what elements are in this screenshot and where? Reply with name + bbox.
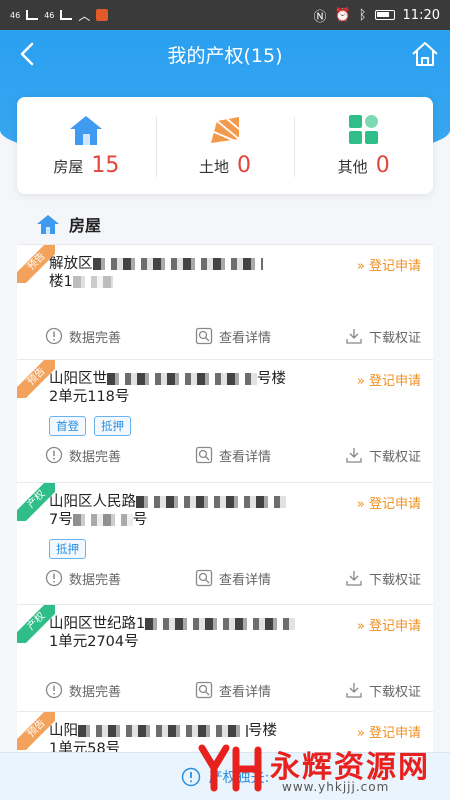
house-icon bbox=[70, 116, 103, 145]
nfc-icon: Ⓝ bbox=[313, 9, 327, 25]
status-ribbon: 预告 bbox=[17, 360, 55, 398]
info-icon bbox=[45, 569, 63, 587]
network-label: 46 bbox=[10, 10, 21, 20]
summary-other[interactable]: 其他 0 bbox=[294, 111, 433, 181]
section-title: 房屋 bbox=[69, 216, 102, 235]
download-icon bbox=[346, 448, 362, 463]
redacted-text bbox=[72, 276, 113, 288]
property-card[interactable]: 预告 山阳区世 号楼 2单元118号 » 登记申请 首登 抵押 数据完善 查看详情 bbox=[17, 359, 433, 482]
redacted-text bbox=[145, 618, 296, 630]
summary-label: 房屋 bbox=[53, 158, 84, 176]
info-icon bbox=[45, 446, 63, 464]
grid-icon bbox=[348, 115, 378, 144]
register-apply-link[interactable]: » 登记申请 bbox=[357, 255, 421, 295]
redacted-text bbox=[72, 514, 133, 526]
land-icon bbox=[211, 117, 240, 143]
property-card[interactable]: 产权 山阳区人民路 7号号 » 登记申请 抵押 数据完善 查看详情 下载权证 bbox=[17, 482, 433, 604]
search-icon bbox=[195, 446, 213, 464]
home-button[interactable] bbox=[410, 40, 440, 68]
alarm-icon: ⏰ bbox=[334, 7, 351, 23]
redacted-text bbox=[92, 258, 263, 270]
back-button[interactable] bbox=[14, 40, 42, 68]
tag-list: 首登 抵押 bbox=[17, 410, 433, 436]
status-ribbon: 预告 bbox=[17, 245, 55, 283]
summary-label: 其他 bbox=[337, 158, 368, 176]
redacted-text bbox=[107, 373, 257, 385]
property-list: 预告 解放区 楼1 » 登记申请 数据完善 查看详情 下载权证 预告 山阳区世 … bbox=[17, 244, 433, 771]
status-ribbon: 预告 bbox=[17, 712, 55, 750]
search-icon bbox=[195, 569, 213, 587]
property-address: 山阳区世纪路1 1单元2704号 bbox=[49, 615, 357, 655]
view-detail-button[interactable]: 查看详情 bbox=[195, 327, 271, 346]
complete-data-button[interactable]: 数据完善 bbox=[45, 446, 121, 465]
download-icon bbox=[346, 683, 362, 698]
status-bar: 46 46 ︿ Ⓝ ⏰ ᛒ 11:20 bbox=[0, 0, 450, 30]
summary-label: 土地 bbox=[199, 158, 230, 176]
download-cert-button[interactable]: 下载权证 bbox=[345, 681, 421, 700]
property-card[interactable]: 产权 山阳区世纪路1 1单元2704号 » 登记申请 数据完善 查看详情 下载权… bbox=[17, 604, 433, 711]
view-detail-button[interactable]: 查看详情 bbox=[195, 569, 271, 588]
property-address: 解放区 楼1 bbox=[49, 255, 357, 295]
property-address: 山阳区世 号楼 2单元118号 bbox=[49, 371, 286, 405]
view-detail-button[interactable]: 查看详情 bbox=[195, 446, 271, 465]
summary-count: 0 bbox=[375, 153, 390, 178]
notification-icon bbox=[96, 9, 109, 21]
register-apply-link[interactable]: » 登记申请 bbox=[357, 370, 421, 410]
clock: 11:20 bbox=[402, 7, 440, 23]
redacted-text bbox=[78, 725, 248, 737]
property-card[interactable]: 预告 解放区 楼1 » 登记申请 数据完善 查看详情 下载权证 bbox=[17, 244, 433, 359]
tag: 抵押 bbox=[49, 539, 86, 559]
download-cert-button[interactable]: 下载权证 bbox=[345, 446, 421, 465]
tag: 首登 bbox=[49, 416, 86, 436]
property-address: 山阳区人民路 7号号 bbox=[49, 493, 357, 533]
tag-list: 抵押 bbox=[17, 533, 433, 559]
complete-data-button[interactable]: 数据完善 bbox=[45, 327, 121, 346]
watermark-url: www.yhkjjj.com bbox=[282, 780, 390, 794]
page-title: 我的产权(15) bbox=[167, 44, 283, 67]
view-detail-button[interactable]: 查看详情 bbox=[195, 681, 271, 700]
summary-count: 15 bbox=[91, 153, 120, 178]
summary-land[interactable]: 土地 0 bbox=[155, 111, 295, 181]
summary-card: 房屋 15 土地 0 其他 0 bbox=[17, 97, 433, 194]
download-cert-button[interactable]: 下载权证 bbox=[345, 327, 421, 346]
info-icon bbox=[45, 327, 63, 345]
battery-icon bbox=[374, 10, 395, 20]
search-icon bbox=[195, 681, 213, 699]
house-icon bbox=[37, 215, 59, 234]
signal-icon-2 bbox=[60, 10, 73, 20]
section-header: 房屋 bbox=[35, 212, 101, 236]
info-icon bbox=[45, 681, 63, 699]
register-apply-link[interactable]: » 登记申请 bbox=[357, 493, 421, 533]
download-icon bbox=[346, 571, 362, 586]
download-cert-button[interactable]: 下载权证 bbox=[345, 569, 421, 588]
complete-data-button[interactable]: 数据完善 bbox=[45, 569, 121, 588]
status-ribbon: 产权 bbox=[17, 605, 55, 643]
summary-count: 0 bbox=[237, 153, 252, 178]
register-apply-link[interactable]: » 登记申请 bbox=[357, 615, 421, 655]
download-icon bbox=[346, 329, 362, 344]
tag: 抵押 bbox=[94, 416, 131, 436]
nav-bar: 我的产权(15) bbox=[0, 30, 450, 78]
network-label-2: 46 bbox=[44, 10, 55, 20]
status-ribbon: 产权 bbox=[17, 483, 55, 521]
signal-icon bbox=[26, 10, 39, 20]
summary-house[interactable]: 房屋 15 bbox=[17, 111, 156, 181]
complete-data-button[interactable]: 数据完善 bbox=[45, 681, 121, 700]
search-icon bbox=[195, 327, 213, 345]
redacted-text bbox=[136, 496, 286, 508]
bluetooth-icon: ᛒ bbox=[358, 7, 367, 23]
wifi-icon: ︿ bbox=[78, 8, 91, 23]
